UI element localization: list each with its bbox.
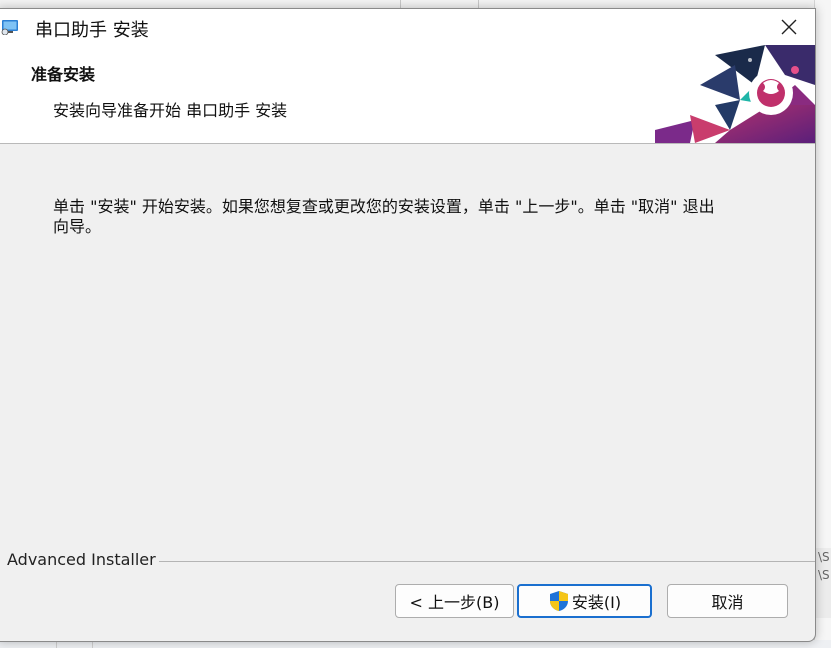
instructions-line: 单击 "安装" 开始安装。如果您想复查或更改您的安装设置，单击 "上一步"。单击… bbox=[53, 197, 715, 216]
background-glyph: \S bbox=[818, 568, 830, 582]
installer-app-icon bbox=[1, 20, 18, 35]
advanced-installer-logo-art bbox=[655, 45, 815, 143]
background-glyph: \S bbox=[818, 550, 830, 564]
window-title: 串口助手 安装 bbox=[35, 20, 149, 41]
separator-line bbox=[159, 561, 815, 562]
page-title: 准备安装 bbox=[31, 65, 96, 84]
header-banner: 准备安装 安装向导准备开始 串口助手 安装 bbox=[0, 45, 815, 144]
back-button[interactable]: < 上一步(B) bbox=[395, 584, 514, 618]
cancel-button-label: 取消 bbox=[711, 593, 744, 612]
page-subtitle: 安装向导准备开始 串口助手 安装 bbox=[53, 101, 288, 120]
installer-dialog: 串口助手 安装 准备安装 安装向导准备开始 串口助手 安装 单击 "安装" 开始… bbox=[0, 8, 816, 642]
brand-separator: Advanced Installer bbox=[7, 544, 815, 569]
cancel-button[interactable]: 取消 bbox=[667, 584, 788, 618]
background-window-ghost: \S \S bbox=[814, 548, 831, 618]
back-button-label: < 上一步(B) bbox=[409, 593, 500, 612]
brand-label: Advanced Installer bbox=[7, 550, 156, 569]
close-icon bbox=[781, 19, 797, 35]
install-button[interactable]: 安装(I) bbox=[517, 584, 652, 618]
instructions-text: 单击 "安装" 开始安装。如果您想复查或更改您的安装设置，单击 "上一步"。单击… bbox=[53, 197, 773, 237]
close-button[interactable] bbox=[765, 9, 813, 45]
instructions-line: 向导。 bbox=[53, 217, 102, 236]
uac-shield-icon bbox=[549, 591, 568, 611]
title-bar[interactable]: 串口助手 安装 bbox=[0, 9, 815, 45]
install-button-label: 安装(I) bbox=[571, 593, 622, 612]
